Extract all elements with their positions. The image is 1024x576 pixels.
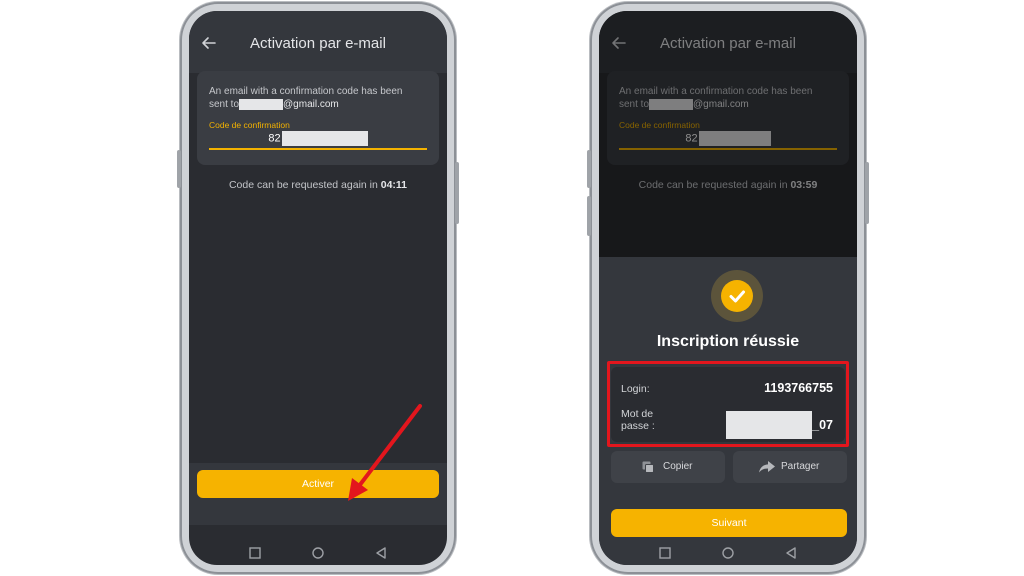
volume-down-button xyxy=(587,196,591,236)
home-icon[interactable] xyxy=(722,547,734,559)
annotation-arrow xyxy=(348,404,422,501)
email-message: An email with a confirmation code has be… xyxy=(209,85,419,111)
email-card: An email with a confirmation code has be… xyxy=(197,71,439,165)
copy-button[interactable]: Copier xyxy=(611,451,725,483)
home-icon[interactable] xyxy=(312,547,324,559)
copy-icon xyxy=(642,461,654,473)
share-button-label: Partager xyxy=(781,461,820,472)
copy-button-label: Copier xyxy=(663,461,693,472)
next-button[interactable]: Suivant xyxy=(611,509,847,537)
code-value: 82 xyxy=(268,132,281,145)
code-field-label: Code de confirmation xyxy=(209,120,290,130)
back-nav-icon[interactable] xyxy=(785,547,797,559)
system-nav-bar xyxy=(599,543,857,565)
share-button[interactable]: Partager xyxy=(733,451,847,483)
resend-timer-time: 04:11 xyxy=(380,179,408,191)
volume-button xyxy=(587,150,591,188)
page-title: Activation par e-mail xyxy=(250,35,386,52)
back-nav-icon[interactable] xyxy=(375,547,387,559)
power-button xyxy=(865,162,869,224)
right-screen: Activation par e-mail An email with a co… xyxy=(599,11,857,565)
email-message-line1: An email with a confirmation code has be… xyxy=(209,86,403,97)
email-message-prefix: sent to xyxy=(209,99,240,110)
redacted-email-user xyxy=(239,98,284,110)
success-badge-fill xyxy=(721,280,753,312)
volume-button xyxy=(177,150,181,188)
success-sheet: Inscription réussie Login: 1193766755 Mo… xyxy=(599,257,857,565)
check-icon xyxy=(729,290,745,303)
dim-overlay xyxy=(599,11,857,257)
app-bar: Activation par e-mail xyxy=(189,11,447,73)
resend-timer: Code can be requested again in 04:11 xyxy=(189,179,447,191)
success-badge xyxy=(711,270,763,322)
recent-apps-icon[interactable] xyxy=(659,547,671,559)
system-nav-bar xyxy=(189,543,447,565)
success-title: Inscription réussie xyxy=(656,333,800,350)
code-input-underline xyxy=(209,148,427,150)
highlight-frame xyxy=(607,361,849,447)
redacted-code xyxy=(281,131,368,146)
recent-apps-icon[interactable] xyxy=(249,547,261,559)
power-button xyxy=(455,162,459,224)
email-domain: @gmail.com xyxy=(283,99,339,110)
share-icon xyxy=(759,461,775,473)
right-phone: Activation par e-mail An email with a co… xyxy=(587,2,869,574)
resend-timer-text: Code can be requested again in xyxy=(228,179,381,191)
code-input[interactable]: 82 xyxy=(209,131,427,149)
